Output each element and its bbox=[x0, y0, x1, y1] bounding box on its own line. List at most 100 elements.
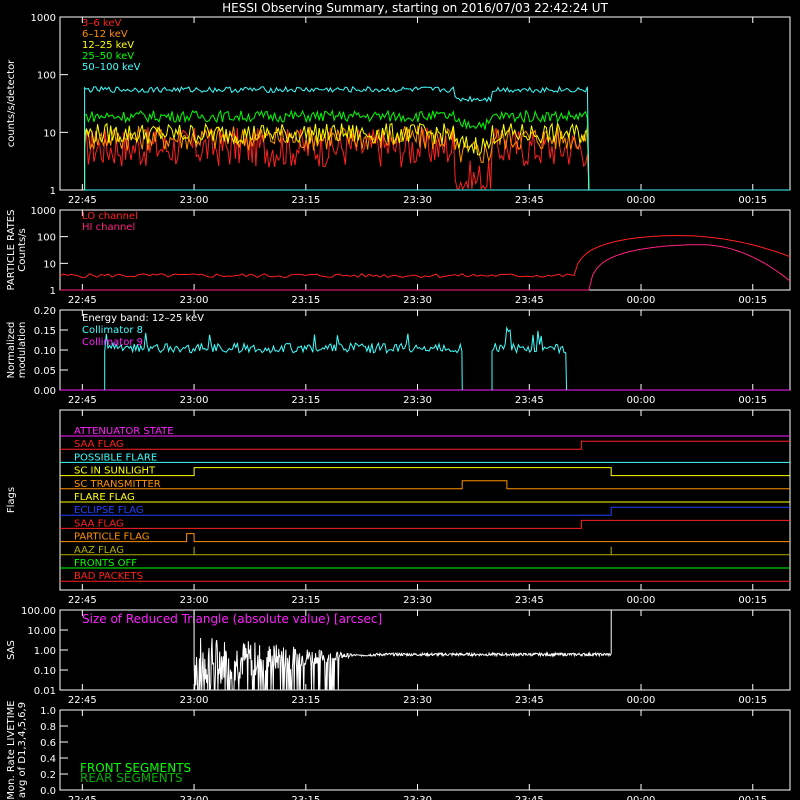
x-tick-label: 23:15 bbox=[291, 395, 320, 406]
y-axis-label: SAS bbox=[6, 640, 17, 660]
flag-label: POSSIBLE FLARE bbox=[74, 452, 157, 463]
legend-entry: LO channel bbox=[82, 211, 138, 222]
flag-label: PARTICLE FLAG bbox=[74, 532, 150, 543]
x-tick-label: 23:30 bbox=[403, 195, 432, 206]
y-axis-label: Flags bbox=[6, 487, 17, 513]
x-tick-label: 22:45 bbox=[68, 295, 97, 306]
y-tick-label: 100 bbox=[37, 71, 56, 82]
x-tick-label: 23:00 bbox=[180, 595, 209, 606]
x-tick-label: 23:15 bbox=[291, 195, 320, 206]
x-tick-label: 23:15 bbox=[291, 595, 320, 606]
sas-annotation: Size of Reduced Triangle (absolute value… bbox=[82, 612, 382, 626]
x-tick-label: 22:45 bbox=[68, 595, 97, 606]
x-tick-label: 23:00 bbox=[180, 695, 209, 706]
y-tick-label: 0.0 bbox=[40, 786, 56, 797]
y-tick-label: 100 bbox=[37, 233, 56, 244]
y-axis-label: PARTICLE RATES bbox=[6, 210, 17, 291]
x-tick-label: 00:00 bbox=[627, 295, 656, 306]
legend-entry: 25–50 keV bbox=[82, 51, 134, 62]
y-tick-label: 0.2 bbox=[40, 770, 56, 781]
y-tick-label: 0.05 bbox=[34, 366, 56, 377]
y-axis-label: Counts/s bbox=[17, 228, 28, 272]
x-tick-label: 23:15 bbox=[291, 795, 320, 800]
y-tick-label: 0.01 bbox=[34, 686, 56, 697]
x-tick-label: 23:00 bbox=[180, 295, 209, 306]
legend-entry: Collimator 9 bbox=[82, 337, 143, 348]
y-axis-label: Mon. Rate LIVETIME bbox=[6, 700, 17, 799]
x-tick-label: 23:15 bbox=[291, 295, 320, 306]
flag-label: SAA FLAG bbox=[74, 518, 124, 529]
x-tick-label: 23:15 bbox=[291, 695, 320, 706]
flag-label: ATTENUATOR STATE bbox=[74, 426, 174, 437]
legend-entry: Collimator 8 bbox=[82, 325, 143, 336]
x-tick-label: 23:45 bbox=[515, 395, 544, 406]
y-tick-label: 0.6 bbox=[40, 738, 56, 749]
legend-entry: 3–6 keV bbox=[82, 18, 121, 29]
y-axis-label: modulation bbox=[17, 322, 28, 379]
x-tick-label: 22:45 bbox=[68, 395, 97, 406]
x-tick-label: 22:45 bbox=[68, 195, 97, 206]
x-tick-label: 00:15 bbox=[738, 795, 767, 800]
y-tick-label: 0.8 bbox=[40, 722, 56, 733]
y-tick-label: 0.00 bbox=[34, 386, 56, 397]
flag-label: BAD PACKETS bbox=[74, 571, 143, 582]
x-tick-label: 23:30 bbox=[403, 295, 432, 306]
x-tick-label: 00:00 bbox=[627, 695, 656, 706]
x-tick-label: 23:00 bbox=[180, 395, 209, 406]
legend-title: Energy band: 12–25 keV bbox=[82, 313, 204, 324]
y-tick-label: 1000 bbox=[31, 206, 56, 217]
x-tick-label: 00:15 bbox=[738, 295, 767, 306]
y-tick-label: 1 bbox=[50, 186, 56, 197]
legend-entry: HI channel bbox=[82, 222, 135, 233]
x-tick-label: 23:45 bbox=[515, 195, 544, 206]
x-tick-label: 00:15 bbox=[738, 595, 767, 606]
y-tick-label: 1.0 bbox=[40, 706, 56, 717]
y-tick-label: 0.10 bbox=[34, 666, 56, 677]
y-axis-label: avg of D1,3,4,5,6,9 bbox=[17, 702, 28, 798]
x-tick-label: 00:00 bbox=[627, 195, 656, 206]
flag-label: SC IN SUNLIGHT bbox=[74, 466, 156, 477]
legend-entry: 6–12 keV bbox=[82, 29, 128, 40]
legend-entry: 50–100 keV bbox=[82, 62, 141, 73]
figure-title: HESSI Observing Summary, starting on 201… bbox=[222, 1, 608, 15]
x-tick-label: 22:45 bbox=[68, 795, 97, 800]
observing-summary-figure: HESSI Observing Summary, starting on 201… bbox=[0, 0, 800, 800]
x-tick-label: 23:00 bbox=[180, 795, 209, 800]
flag-label: ECLIPSE FLAG bbox=[74, 505, 144, 516]
y-tick-label: 1.00 bbox=[34, 646, 56, 657]
x-tick-label: 23:45 bbox=[515, 695, 544, 706]
y-axis-label: Normalized bbox=[6, 322, 17, 379]
y-axis-label: counts/s/detector bbox=[6, 59, 17, 147]
x-tick-label: 23:45 bbox=[515, 795, 544, 800]
flag-label: FRONTS OFF bbox=[74, 558, 137, 569]
x-tick-label: 00:15 bbox=[738, 395, 767, 406]
x-tick-label: 23:30 bbox=[403, 395, 432, 406]
y-tick-label: 0.15 bbox=[34, 326, 56, 337]
y-tick-label: 0.10 bbox=[34, 346, 56, 357]
x-tick-label: 23:00 bbox=[180, 195, 209, 206]
x-tick-label: 23:30 bbox=[403, 595, 432, 606]
x-tick-label: 00:00 bbox=[627, 795, 656, 800]
y-tick-label: 0.20 bbox=[34, 306, 56, 317]
x-tick-label: 23:30 bbox=[403, 695, 432, 706]
flag-label: SAA FLAG bbox=[74, 439, 124, 450]
x-tick-label: 23:45 bbox=[515, 295, 544, 306]
x-tick-label: 00:15 bbox=[738, 695, 767, 706]
legend-entry: 12–25 keV bbox=[82, 40, 134, 51]
y-tick-label: 10 bbox=[43, 259, 56, 270]
flag-label: SC TRANSMITTER bbox=[74, 479, 161, 490]
flag-label: FLARE FLAG bbox=[74, 492, 135, 503]
legend-entry: REAR SEGMENTS bbox=[80, 771, 183, 785]
y-tick-label: 10 bbox=[43, 128, 56, 139]
y-tick-label: 10.00 bbox=[27, 626, 56, 637]
y-tick-label: 1 bbox=[50, 286, 56, 297]
x-tick-label: 22:45 bbox=[68, 695, 97, 706]
x-tick-label: 00:00 bbox=[627, 395, 656, 406]
y-tick-label: 0.4 bbox=[40, 754, 56, 765]
y-tick-label: 1000 bbox=[31, 13, 56, 24]
x-tick-label: 00:15 bbox=[738, 195, 767, 206]
flag-label: AAZ FLAG bbox=[74, 545, 124, 556]
y-tick-label: 100.00 bbox=[21, 606, 56, 617]
x-tick-label: 00:00 bbox=[627, 595, 656, 606]
x-tick-label: 23:30 bbox=[403, 795, 432, 800]
